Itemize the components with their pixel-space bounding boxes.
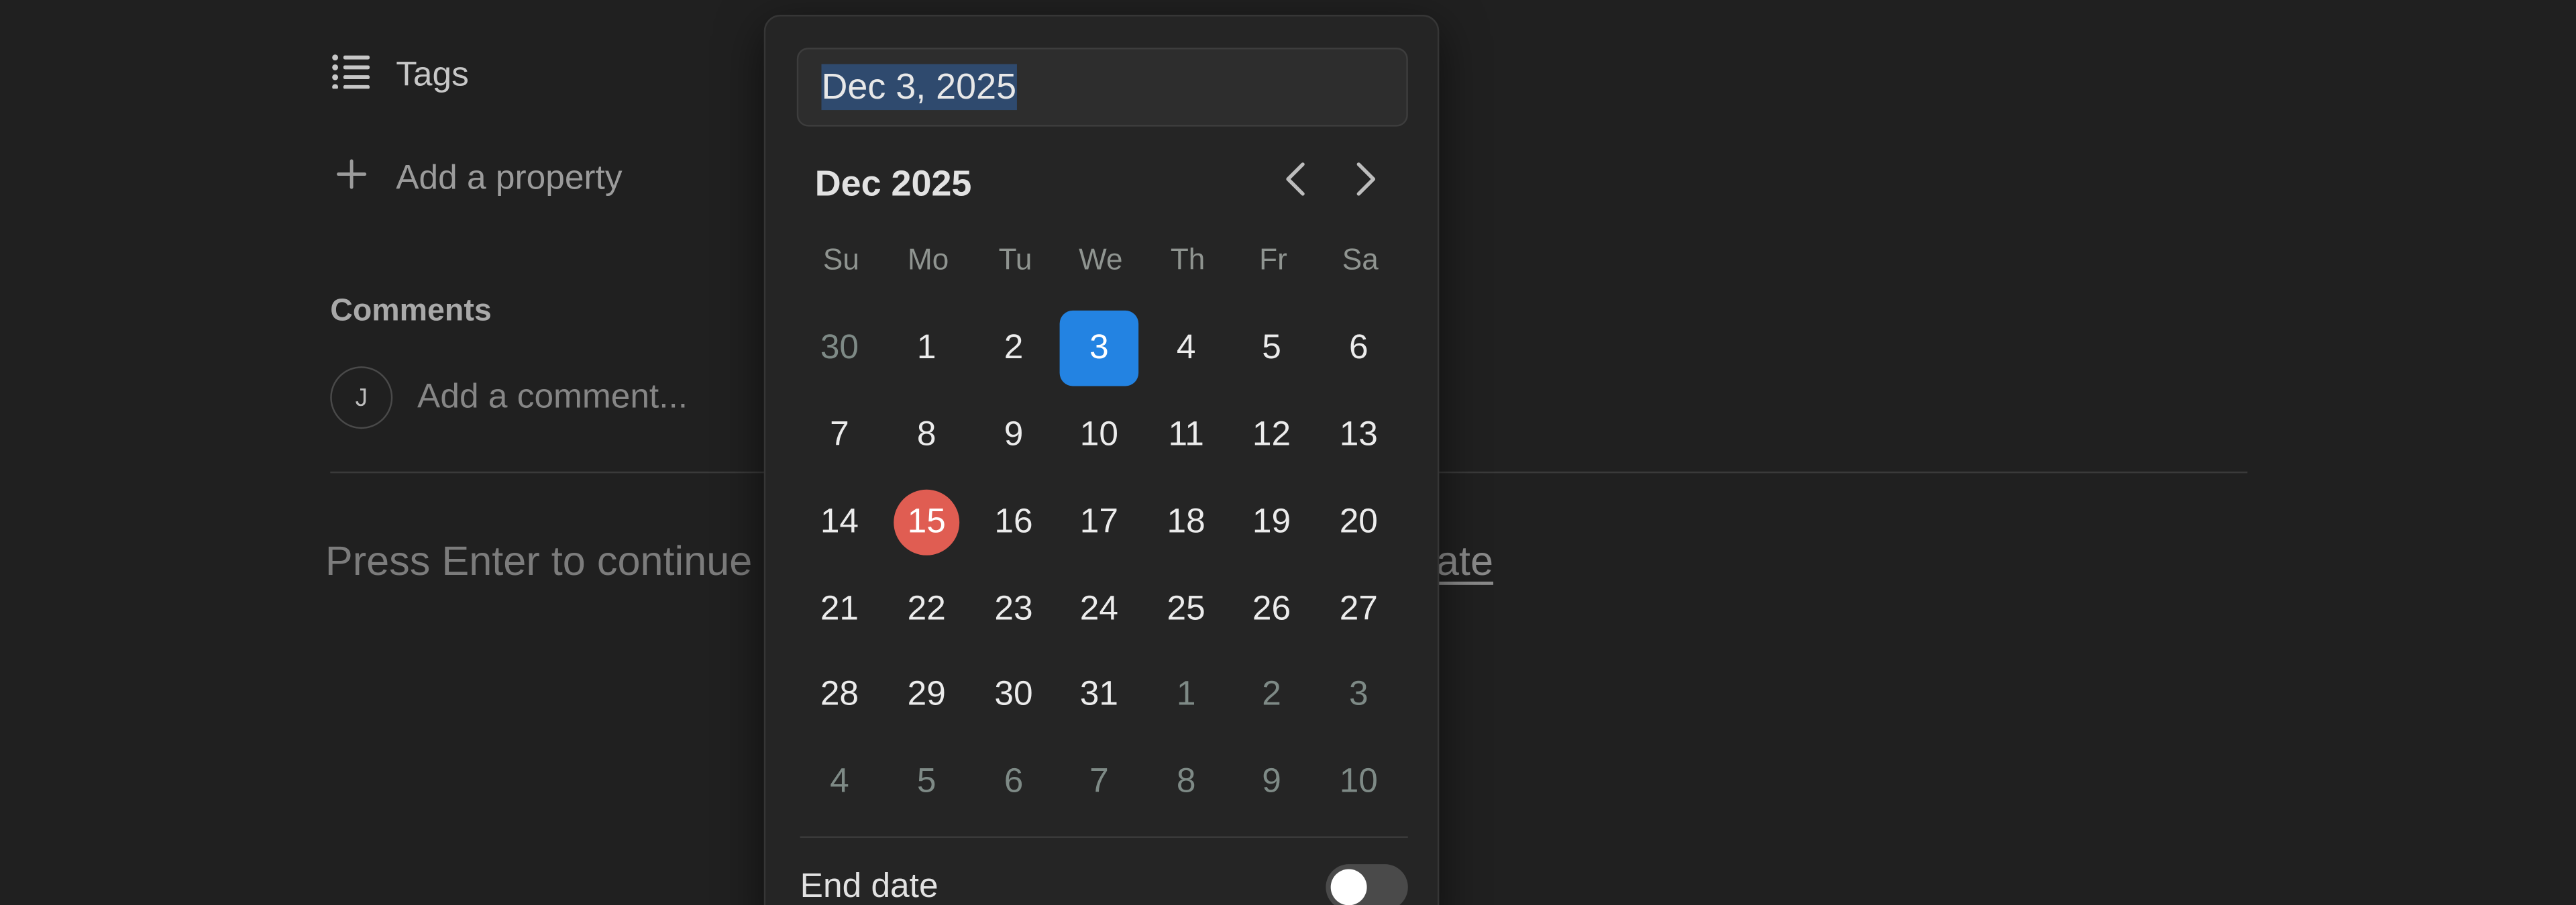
day-cell[interactable]: 17 (1060, 484, 1139, 560)
day-cell[interactable]: 2 (974, 311, 1053, 386)
today-marker: 15 (894, 489, 960, 555)
day-cell[interactable]: 13 (1320, 398, 1399, 474)
chevron-right-icon (1352, 160, 1379, 205)
day-cell[interactable]: 10 (1320, 744, 1399, 820)
day-cell[interactable]: 5 (887, 744, 966, 820)
add-property-button[interactable]: Add a property (333, 156, 623, 203)
day-cell[interactable]: 18 (1146, 484, 1226, 560)
add-property-label: Add a property (396, 159, 623, 197)
month-label: Dec 2025 (814, 162, 972, 204)
day-cell-selected[interactable]: 3 (1059, 310, 1139, 386)
toggle-knob (1330, 869, 1367, 905)
day-cell[interactable]: 26 (1232, 572, 1311, 647)
add-comment-row[interactable]: J Add a comment... (330, 366, 688, 429)
day-cell[interactable]: 3 (1320, 657, 1399, 733)
day-cell[interactable]: 1 (1146, 657, 1226, 733)
day-cell[interactable]: 25 (1146, 572, 1226, 647)
day-cell[interactable]: 30 (974, 657, 1053, 733)
day-cell[interactable]: 6 (1320, 311, 1399, 386)
day-cell[interactable]: 23 (974, 572, 1053, 647)
day-cell[interactable]: 30 (800, 311, 879, 386)
next-month-button[interactable] (1344, 161, 1387, 204)
day-cell[interactable]: 28 (800, 657, 879, 733)
weekday-label: Su (822, 243, 859, 276)
weekday-label: Tu (998, 243, 1032, 276)
date-input[interactable]: Dec 3, 2025 (796, 48, 1408, 127)
day-cell[interactable]: 1 (887, 311, 966, 386)
day-cell[interactable]: 6 (974, 744, 1053, 820)
weekday-label: We (1079, 243, 1123, 276)
day-cell[interactable]: 7 (800, 398, 879, 474)
list-icon (330, 52, 373, 99)
avatar: J (330, 366, 393, 429)
weekday-label: Mo (908, 243, 949, 276)
day-cell[interactable]: 14 (800, 484, 879, 560)
end-date-label: End date (800, 867, 938, 905)
day-cell[interactable]: 9 (1232, 744, 1311, 820)
day-cell[interactable]: 2 (1232, 657, 1311, 733)
day-cell[interactable]: 20 (1320, 484, 1399, 560)
weekday-label: Sa (1342, 243, 1379, 276)
weekday-label: Th (1170, 243, 1205, 276)
date-picker-popover: Dec 3, 2025 Dec 2025 Su Mo Tu We Th Fr Sa 30 1 2… (763, 15, 1440, 905)
continue-hint: Press Enter to continue (325, 539, 753, 585)
day-cell[interactable]: 24 (1060, 572, 1139, 647)
day-cell[interactable]: 22 (887, 572, 966, 647)
prev-month-button[interactable] (1275, 161, 1318, 204)
day-cell[interactable]: 10 (1060, 398, 1139, 474)
day-cell[interactable]: 11 (1146, 398, 1226, 474)
day-cell[interactable]: 4 (800, 744, 879, 820)
comments-heading: Comments (330, 294, 492, 329)
day-cell[interactable]: 9 (974, 398, 1053, 474)
picker-divider (800, 836, 1408, 838)
day-cell[interactable]: 7 (1060, 744, 1139, 820)
day-cell[interactable]: 19 (1232, 484, 1311, 560)
day-cell[interactable]: 27 (1320, 572, 1399, 647)
day-cell-today[interactable]: 15 (887, 484, 966, 560)
day-cell[interactable]: 5 (1232, 311, 1311, 386)
add-comment-input[interactable]: Add a comment... (417, 378, 688, 417)
day-cell[interactable]: 16 (974, 484, 1053, 560)
date-input-value: Dec 3, 2025 (821, 64, 1017, 111)
page-root: Tags Add a property Comments J Add a com… (0, 0, 2576, 905)
end-date-toggle[interactable] (1326, 864, 1408, 905)
day-cell[interactable]: 4 (1146, 311, 1226, 386)
day-cell[interactable]: 8 (1146, 744, 1226, 820)
property-tags[interactable]: Tags (330, 52, 469, 99)
day-cell[interactable]: 8 (887, 398, 966, 474)
day-cell[interactable]: 29 (887, 657, 966, 733)
day-cell[interactable]: 31 (1060, 657, 1139, 733)
weekday-label: Fr (1259, 243, 1287, 276)
day-cell[interactable]: 21 (800, 572, 879, 647)
chevron-left-icon (1283, 160, 1309, 205)
plus-icon (333, 156, 370, 203)
property-tags-label: Tags (396, 56, 469, 94)
day-cell[interactable]: 12 (1232, 398, 1311, 474)
